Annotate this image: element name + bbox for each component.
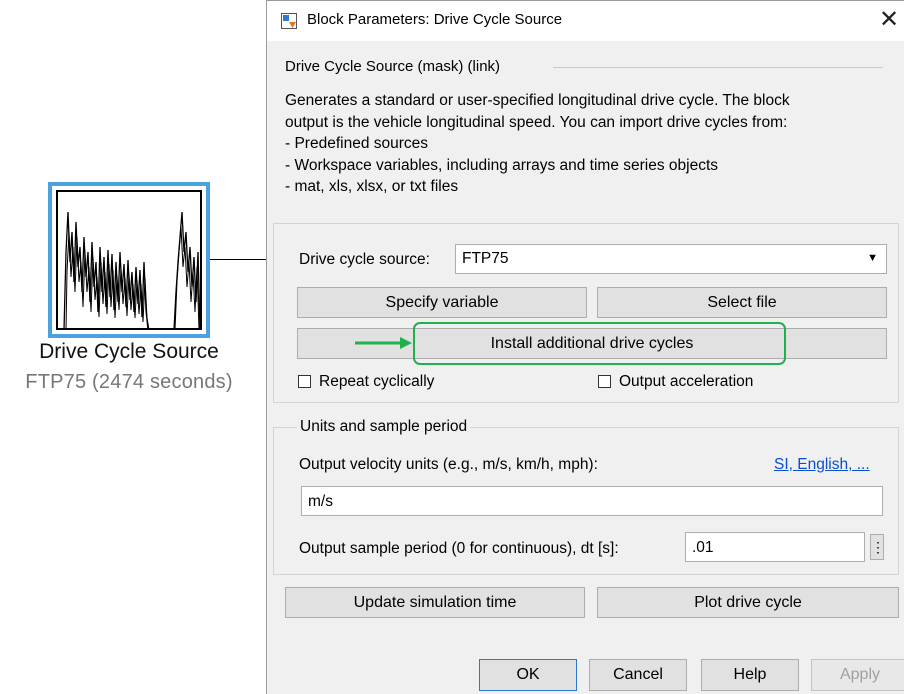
output-acceleration-label: Output acceleration bbox=[619, 373, 754, 390]
description-line: - Workspace variables, including arrays … bbox=[285, 156, 719, 174]
specify-variable-label: Specify variable bbox=[385, 294, 499, 311]
velocity-units-label: Output velocity units (e.g., m/s, km/h, … bbox=[299, 456, 598, 473]
block-description: Generates a standard or user-specified l… bbox=[285, 90, 895, 198]
description-line: - mat, xls, xlsx, or txt files bbox=[285, 178, 459, 195]
description-line: - Predefined sources bbox=[285, 135, 429, 152]
drive-cycle-source-value: FTP75 bbox=[462, 250, 509, 267]
chevron-down-icon: ▼ bbox=[867, 252, 878, 264]
apply-button[interactable]: Apply bbox=[811, 659, 904, 691]
sample-period-field[interactable]: .01 bbox=[685, 532, 865, 562]
arrow-right-icon bbox=[355, 337, 412, 349]
plot-drive-cycle-label: Plot drive cycle bbox=[694, 594, 802, 611]
sample-period-label: Output sample period (0 for continuous),… bbox=[299, 540, 619, 557]
install-button-highlight bbox=[413, 322, 786, 365]
dialog-title: Block Parameters: Drive Cycle Source bbox=[307, 11, 563, 28]
sample-period-value: .01 bbox=[692, 539, 714, 556]
output-acceleration-checkbox[interactable] bbox=[598, 375, 611, 388]
ok-button[interactable]: OK bbox=[479, 659, 577, 691]
simulink-block-icon bbox=[281, 13, 297, 29]
description-line: output is the vehicle longitudinal speed… bbox=[285, 113, 788, 131]
help-button[interactable]: Help bbox=[701, 659, 799, 691]
header-divider bbox=[553, 67, 883, 68]
speed-trace-icon bbox=[63, 211, 200, 328]
mask-label: Drive Cycle Source (mask) (link) bbox=[285, 58, 501, 75]
drive-cycle-source-block[interactable] bbox=[48, 182, 210, 338]
velocity-units-value: m/s bbox=[308, 493, 333, 510]
plot-drive-cycle-button[interactable]: Plot drive cycle bbox=[597, 587, 899, 618]
block-icon-plot bbox=[56, 190, 202, 330]
apply-label: Apply bbox=[839, 666, 881, 683]
repeat-cyclically-checkbox[interactable] bbox=[298, 375, 311, 388]
more-options-icon[interactable]: ⋮ bbox=[870, 534, 885, 560]
repeat-cyclically-label: Repeat cyclically bbox=[319, 373, 435, 390]
block-subtitle-label: FTP75 (2474 seconds) bbox=[25, 371, 233, 393]
specify-variable-button[interactable]: Specify variable bbox=[297, 287, 587, 318]
dialog-titlebar[interactable]: Block Parameters: Drive Cycle Source ✕ bbox=[267, 1, 904, 41]
block-connector-line bbox=[210, 259, 268, 260]
cancel-label: Cancel bbox=[613, 666, 663, 683]
block-name-label: Drive Cycle Source bbox=[39, 340, 219, 363]
drive-cycle-source-label: Drive cycle source: bbox=[299, 251, 430, 268]
select-file-button[interactable]: Select file bbox=[597, 287, 887, 318]
ok-label: OK bbox=[516, 666, 540, 683]
update-simulation-time-button[interactable]: Update simulation time bbox=[285, 587, 585, 618]
cancel-button[interactable]: Cancel bbox=[589, 659, 687, 691]
velocity-units-field[interactable]: m/s bbox=[301, 486, 883, 516]
drive-cycle-source-dropdown[interactable]: FTP75 ▼ bbox=[455, 244, 887, 274]
velocity-units-link[interactable]: SI, English, ... bbox=[774, 456, 870, 474]
units-group-title: Units and sample period bbox=[297, 418, 471, 436]
description-line: Generates a standard or user-specified l… bbox=[285, 92, 790, 109]
help-label: Help bbox=[733, 666, 767, 683]
update-simulation-time-label: Update simulation time bbox=[353, 594, 517, 611]
close-icon[interactable]: ✕ bbox=[879, 5, 899, 34]
select-file-label: Select file bbox=[707, 294, 777, 311]
